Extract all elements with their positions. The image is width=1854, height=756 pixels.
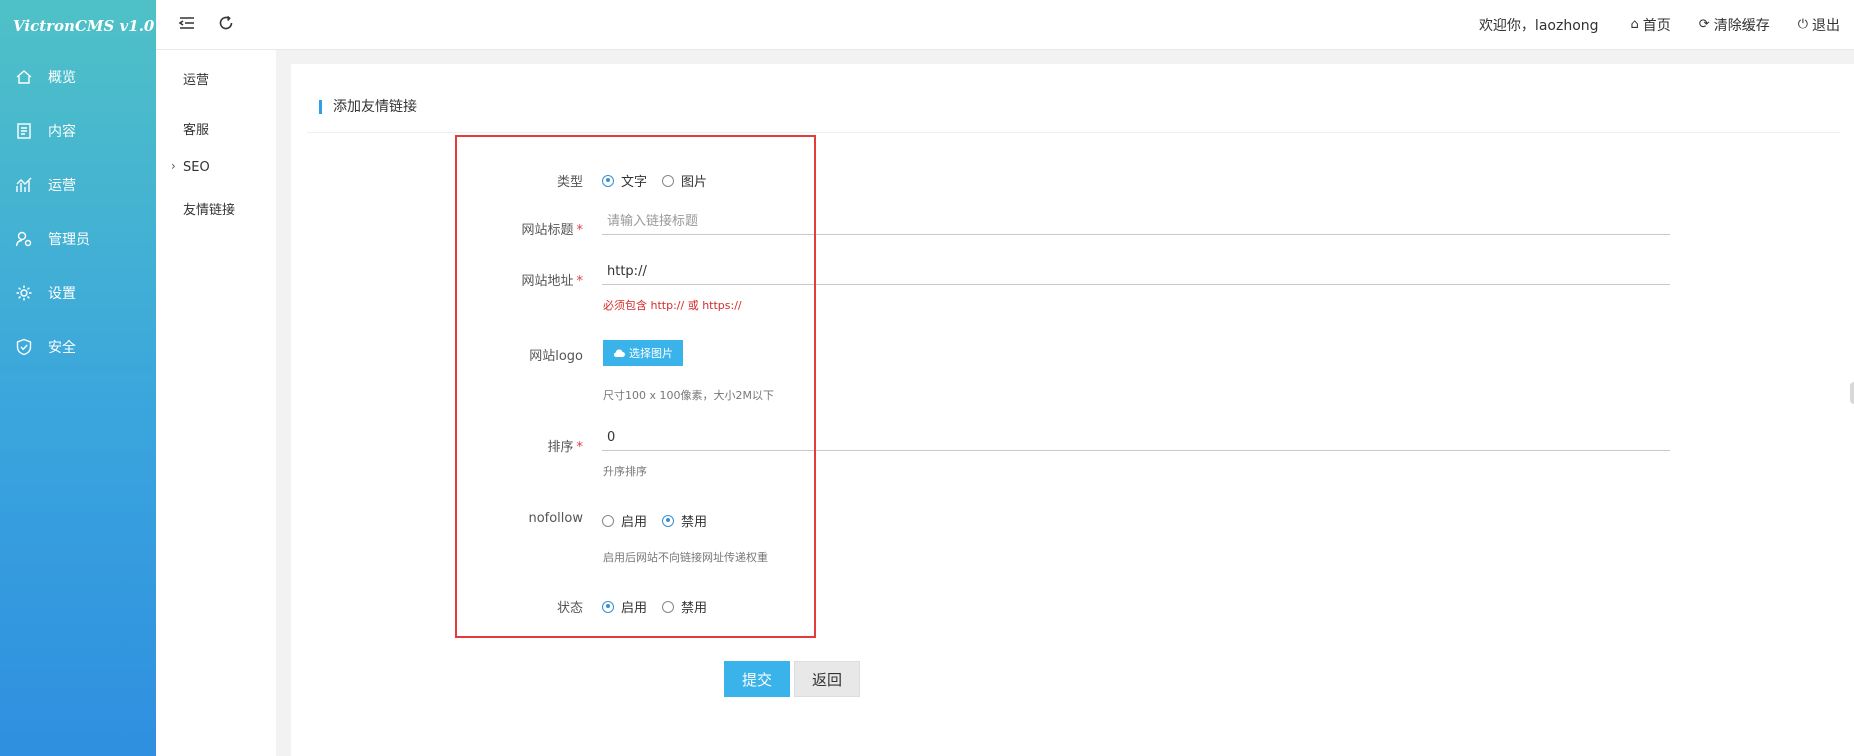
site-title-label-text: 网站标题 bbox=[521, 223, 574, 238]
home-link[interactable]: ⌂ 首页 bbox=[1631, 15, 1671, 35]
content-card: 添加友情链接 bbox=[291, 64, 1854, 756]
nav-item-overview[interactable]: 概览 bbox=[0, 50, 156, 104]
page-title: 添加友情链接 bbox=[319, 100, 417, 114]
type-radio-image[interactable]: 图片 bbox=[662, 171, 707, 190]
nav-item-label: 安全 bbox=[48, 340, 76, 356]
nofollow-radio-enable[interactable]: 启用 bbox=[602, 511, 647, 530]
document-icon bbox=[14, 121, 34, 141]
sort-label-text: 排序 bbox=[547, 440, 574, 455]
nav-item-label: 运营 bbox=[48, 178, 76, 194]
sort-hint: 升序排序 bbox=[603, 465, 647, 478]
nav-item-settings[interactable]: 设置 bbox=[0, 266, 156, 320]
nofollow-hint: 启用后网站不向链接网址传递权重 bbox=[603, 551, 768, 564]
sort-input[interactable] bbox=[602, 425, 1670, 451]
chevron-right-icon: › bbox=[171, 159, 176, 173]
nofollow-radio-group: 启用 禁用 bbox=[602, 511, 722, 530]
brand-logo[interactable]: VictronCMS v1.0 bbox=[0, 0, 156, 50]
site-url-label-text: 网站地址 bbox=[521, 274, 574, 289]
welcome-text: 欢迎你，laozhong bbox=[1478, 17, 1599, 34]
nav-item-label: 设置 bbox=[48, 286, 76, 302]
site-title-input[interactable] bbox=[602, 209, 1670, 235]
logout-link[interactable]: ⏻ 退出 bbox=[1798, 15, 1840, 35]
submenu-item-friend-links[interactable]: 友情链接 bbox=[183, 199, 235, 218]
status-radio-group: 启用 禁用 bbox=[602, 597, 722, 616]
radio-circle bbox=[602, 514, 614, 527]
nav-item-label: 概览 bbox=[48, 70, 76, 86]
radio-label: 启用 bbox=[621, 601, 648, 616]
radio-circle bbox=[662, 600, 675, 613]
logout-label: 退出 bbox=[1812, 17, 1840, 34]
cloud-upload-icon bbox=[614, 349, 625, 357]
scroll-handle[interactable] bbox=[1850, 382, 1854, 404]
nofollow-radio-disable[interactable]: 禁用 bbox=[662, 511, 707, 530]
site-title-label: 网站标题 * bbox=[463, 219, 583, 238]
nav-item-label: 内容 bbox=[48, 124, 76, 140]
status-label: 状态 bbox=[556, 601, 583, 616]
radio-label: 禁用 bbox=[681, 515, 708, 530]
home-icon: ⌂ bbox=[1630, 17, 1639, 32]
site-url-label: 网站地址 * bbox=[463, 270, 583, 289]
choose-image-button[interactable]: 选择图片 bbox=[603, 340, 683, 366]
required-mark: * bbox=[576, 274, 584, 289]
nav-item-operations[interactable]: 运营 bbox=[0, 158, 156, 212]
nav-item-content[interactable]: 内容 bbox=[0, 104, 156, 158]
clear-cache-link[interactable]: ⟳ 清除缓存 bbox=[1699, 15, 1770, 35]
site-logo-label: 网站logo bbox=[529, 349, 583, 364]
submenu-item-customer-service[interactable]: 客服 bbox=[183, 119, 209, 138]
back-button[interactable]: 返回 bbox=[794, 661, 860, 697]
submenu-item-operations[interactable]: 运营 bbox=[183, 69, 209, 88]
chart-icon bbox=[14, 175, 34, 195]
type-radio-group: 文字 图片 bbox=[602, 171, 722, 190]
radio-circle bbox=[662, 174, 675, 187]
site-url-input[interactable] bbox=[602, 259, 1670, 285]
submit-button[interactable]: 提交 bbox=[724, 661, 790, 697]
type-label: 类型 bbox=[556, 175, 583, 190]
submenu-item-seo[interactable]: SEO bbox=[183, 160, 210, 175]
radio-label: 文字 bbox=[621, 175, 648, 190]
power-icon: ⏻ bbox=[1797, 17, 1808, 32]
clear-cache-label: 清除缓存 bbox=[1713, 17, 1770, 34]
required-mark: * bbox=[576, 440, 584, 455]
user-gear-icon bbox=[14, 229, 34, 249]
radio-label: 启用 bbox=[621, 515, 648, 530]
secondary-menu: 运营 客服 › SEO 友情链接 bbox=[156, 50, 276, 756]
home-icon bbox=[14, 67, 34, 87]
menu-toggle-icon[interactable] bbox=[178, 14, 198, 34]
shield-icon bbox=[14, 337, 34, 357]
nav-item-security[interactable]: 安全 bbox=[0, 320, 156, 374]
radio-label: 图片 bbox=[681, 175, 708, 190]
choose-image-label: 选择图片 bbox=[629, 347, 673, 360]
nav-item-admins[interactable]: 管理员 bbox=[0, 212, 156, 266]
sort-label: 排序 * bbox=[463, 436, 583, 455]
refresh-icon: ⟳ bbox=[1698, 17, 1710, 32]
gear-icon bbox=[14, 283, 34, 303]
type-radio-text[interactable]: 文字 bbox=[602, 171, 647, 190]
nofollow-label: nofollow bbox=[528, 511, 583, 526]
required-mark: * bbox=[576, 223, 584, 238]
site-url-hint: 必须包含 http:// 或 https:// bbox=[603, 299, 742, 312]
status-radio-enable[interactable]: 启用 bbox=[602, 597, 647, 616]
nav-item-label: 管理员 bbox=[48, 232, 90, 248]
main-sidebar: VictronCMS v1.0 概览 内容 运营 管理员 设置 安全 bbox=[0, 0, 156, 756]
home-link-label: 首页 bbox=[1642, 17, 1671, 34]
top-header: 欢迎你，laozhong ⌂ 首页 ⟳ 清除缓存 ⏻ 退出 bbox=[156, 0, 1854, 50]
radio-label: 禁用 bbox=[681, 601, 708, 616]
refresh-icon[interactable] bbox=[217, 14, 237, 34]
status-radio-disable[interactable]: 禁用 bbox=[662, 597, 707, 616]
radio-circle bbox=[602, 600, 614, 613]
site-logo-hint: 尺寸100 x 100像素，大小2M以下 bbox=[603, 389, 774, 402]
radio-circle bbox=[662, 514, 675, 527]
radio-circle bbox=[602, 174, 614, 187]
divider bbox=[307, 132, 1840, 133]
